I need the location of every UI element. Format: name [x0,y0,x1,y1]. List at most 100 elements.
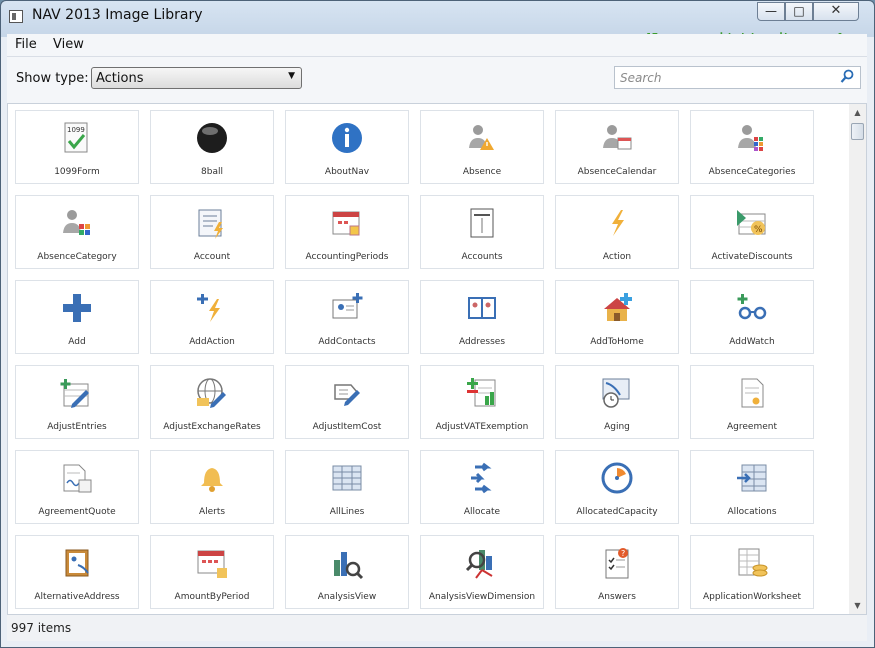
image-tile[interactable]: ? Answers [555,535,679,609]
image-tile[interactable]: AddContacts [285,280,409,354]
image-tile[interactable]: AdjustExchangeRates [150,365,274,439]
search-box[interactable] [614,66,861,89]
show-type-dropdown[interactable]: Actions ▼ [91,67,302,89]
image-tile-label: AmountByPeriod [174,592,250,602]
minimize-button[interactable]: — [757,2,785,21]
image-tile[interactable]: AlternativeAddress [15,535,139,609]
show-type-label: Show type: [16,71,89,86]
image-tile[interactable]: Add [15,280,139,354]
show-type-value: Actions [96,71,144,86]
calendar-periods-icon [332,211,360,236]
image-tile[interactable]: Addresses [420,280,544,354]
image-tile[interactable]: AddAction [150,280,274,354]
image-tile[interactable]: AnalysisView [285,535,409,609]
image-tile[interactable]: AdjustVATExemption [420,365,544,439]
image-tile-label: Action [602,252,632,262]
image-tile[interactable]: AmountByPeriod [150,535,274,609]
image-tile-label: 8ball [201,167,223,177]
close-button[interactable]: ✕ [813,2,859,21]
status-bar: 997 items [7,615,867,641]
image-tile[interactable]: AboutNav [285,110,409,184]
person-category-icon [63,210,90,235]
image-tile[interactable]: AddWatch [690,280,814,354]
image-tile-label: Allocate [463,507,501,517]
image-tile[interactable]: AdjustEntries [15,365,139,439]
table-lines-icon [332,465,362,491]
vat-exemption-icon [467,378,496,407]
add-lightning-icon [197,294,220,322]
image-tile-label: AddAction [189,337,235,347]
plus-icon [63,294,91,322]
menu-view[interactable]: View [53,37,84,52]
image-tile-label: Agreement [727,422,777,432]
image-tile-label: ApplicationWorksheet [702,592,802,602]
person-warning-icon [469,125,494,150]
add-contact-icon [332,293,363,319]
image-tile-label: AbsenceCalendar [577,167,657,177]
alt-address-icon [65,549,89,577]
image-tile[interactable]: Agreement [690,365,814,439]
svg-text:1099: 1099 [67,126,85,134]
image-tile[interactable]: Allocations [690,450,814,524]
home-add-icon [604,293,632,321]
image-tile[interactable]: AbsenceCategories [690,110,814,184]
image-tile-label: AdjustEntries [47,422,107,432]
person-calendar-icon [603,125,632,150]
image-tile-label: Account [193,252,231,262]
image-tile-label: 1099Form [54,167,100,177]
image-tile[interactable]: AllocatedCapacity [555,450,679,524]
account-icon [198,209,223,239]
image-tile-label: AnalysisView [317,592,377,602]
scrollbar-thumb[interactable] [851,123,864,140]
title-bar[interactable]: NAV 2013 Image Library — □ ✕ [1,1,874,33]
image-tile-label: AlternativeAddress [34,592,120,602]
image-tile[interactable]: Account [150,195,274,269]
image-tile[interactable]: Allocate [420,450,544,524]
info-icon [332,123,362,153]
8ball-icon [197,123,227,153]
image-tile-label: AddContacts [318,337,376,347]
scroll-down-icon[interactable]: ▼ [849,597,866,614]
image-tile[interactable]: AbsenceCalendar [555,110,679,184]
image-tile-label: Absence [462,167,502,177]
scroll-up-icon[interactable]: ▲ [849,104,866,121]
image-tile-label: Alerts [198,507,226,517]
window-title: NAV 2013 Image Library [32,7,203,23]
image-tile[interactable]: 8ball [150,110,274,184]
item-count: 997 items [11,621,72,635]
image-tile-label: AllLines [329,507,365,517]
image-tile[interactable]: AddToHome [555,280,679,354]
adjust-entries-icon [60,379,89,408]
image-tile[interactable]: Aging [555,365,679,439]
svg-text:%: % [754,225,763,235]
image-tile[interactable]: 1099 1099Form [15,110,139,184]
image-tile-label: AbsenceCategories [708,167,796,177]
aging-clock-icon [602,378,630,408]
image-tile[interactable]: AccountingPeriods [285,195,409,269]
image-tile-label: AdjustExchangeRates [163,422,261,432]
globe-pencil-icon [197,378,226,408]
maximize-button[interactable]: □ [785,2,813,21]
image-tile[interactable]: AllLines [285,450,409,524]
vertical-scrollbar[interactable]: ▲ ▼ [849,104,866,614]
search-icon[interactable] [840,69,854,85]
image-tile-label: Addresses [458,337,506,347]
menu-file[interactable]: File [15,37,37,52]
image-tile[interactable]: ApplicationWorksheet [690,535,814,609]
image-tile[interactable]: % ActivateDiscounts [690,195,814,269]
image-tile[interactable]: AgreementQuote [15,450,139,524]
analysis-view-icon [334,552,364,580]
allocate-arrows-icon [471,462,492,494]
image-tile-label: AboutNav [324,167,370,177]
search-input[interactable] [618,69,832,87]
image-tile[interactable]: AnalysisViewDimension [420,535,544,609]
image-tile[interactable]: Action [555,195,679,269]
menu-bar: File View [7,34,867,56]
image-tile[interactable]: Alerts [150,450,274,524]
image-tile[interactable]: Accounts [420,195,544,269]
image-tile[interactable]: Absence [420,110,544,184]
analysis-dimension-icon [465,550,493,579]
bell-icon [201,468,223,492]
image-tile[interactable]: AbsenceCategory [15,195,139,269]
image-tile[interactable]: AdjustItemCost [285,365,409,439]
